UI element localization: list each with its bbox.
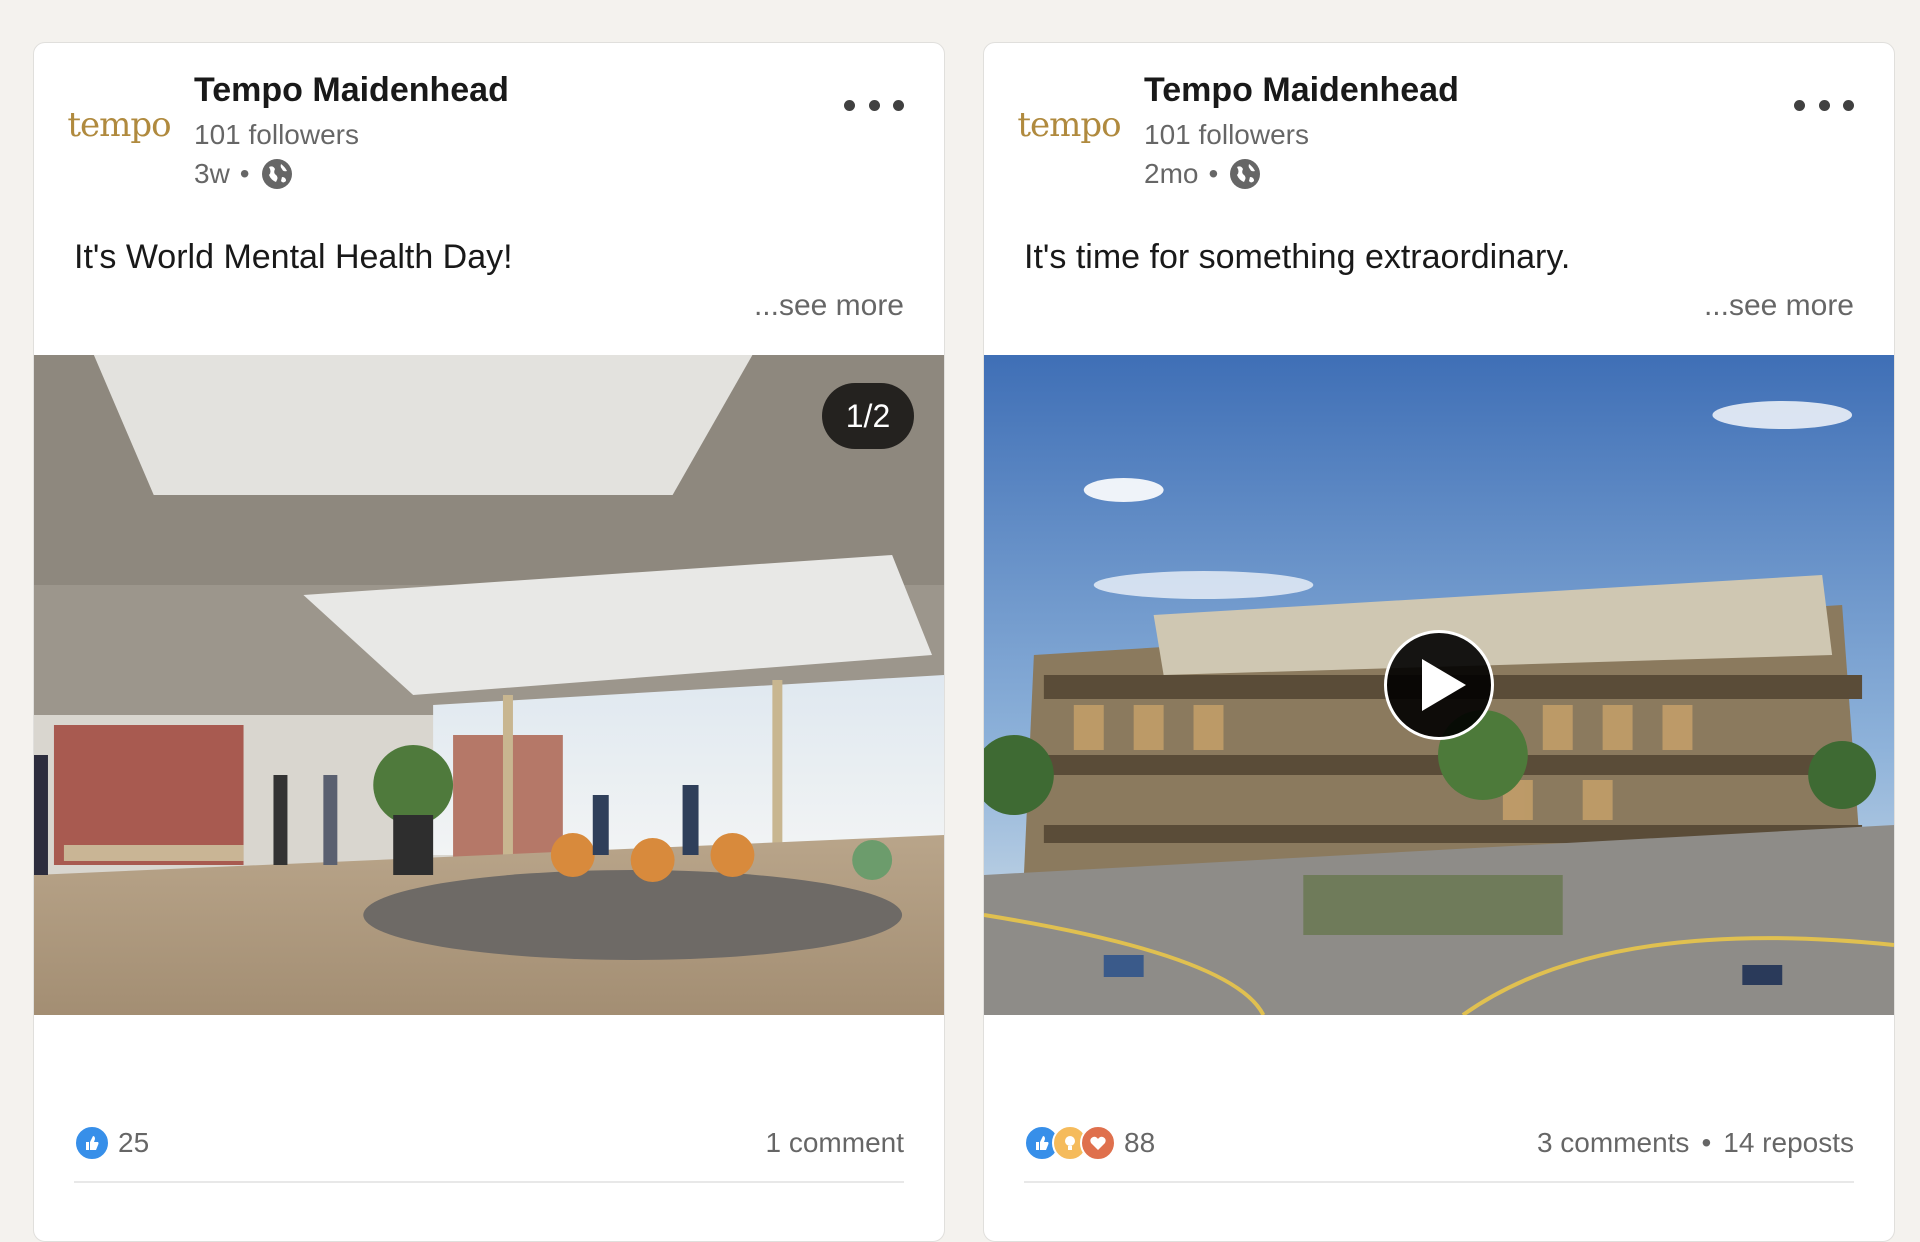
logo-wordmark: tempo	[67, 105, 171, 145]
post-age: 3w	[194, 158, 230, 189]
post-image[interactable]: 1/2	[34, 355, 944, 1015]
social-counts: 88 3 comments • 14 reposts	[1024, 1118, 1854, 1168]
office-interior-image	[34, 355, 944, 1015]
follower-count: 101 followers	[194, 119, 359, 150]
post-card: tempo Tempo Maidenhead 101 followers 3w …	[33, 42, 945, 1242]
like-icon	[74, 1125, 110, 1161]
divider	[74, 1181, 904, 1183]
globe-icon	[1228, 157, 1262, 191]
feed: tempo Tempo Maidenhead 101 followers 3w …	[0, 0, 1920, 1242]
author-name[interactable]: Tempo Maidenhead	[194, 71, 509, 110]
reaction-icons	[1024, 1125, 1116, 1161]
post-age: 2mo	[1144, 158, 1199, 189]
see-more-link[interactable]: ...see more	[1704, 289, 1854, 323]
reactions-summary[interactable]: 25	[74, 1125, 149, 1161]
logo-wordmark: tempo	[1017, 105, 1121, 145]
reaction-count: 25	[118, 1127, 150, 1158]
reaction-icons	[74, 1125, 110, 1161]
company-logo[interactable]: tempo	[1017, 95, 1121, 155]
divider	[1024, 1181, 1854, 1183]
post-header: tempo Tempo Maidenhead 101 followers 2mo…	[984, 43, 1894, 203]
post-video[interactable]	[984, 355, 1894, 1015]
reaction-count: 88	[1124, 1127, 1156, 1158]
play-video-button[interactable]	[1384, 630, 1494, 740]
see-more-link[interactable]: ...see more	[754, 289, 904, 323]
globe-icon	[260, 157, 294, 191]
meta-separator: •	[239, 158, 250, 189]
post-meta: 3w •	[194, 157, 294, 191]
love-icon	[1080, 1125, 1116, 1161]
follower-count: 101 followers	[1144, 119, 1309, 150]
engagement-counts: 3 comments • 14 reposts	[1537, 1127, 1854, 1159]
comments-link[interactable]: 1 comment	[766, 1127, 905, 1159]
counts-separator: •	[1701, 1127, 1712, 1158]
reposts-link[interactable]: 14 reposts	[1723, 1127, 1854, 1159]
more-options-icon[interactable]	[844, 85, 904, 125]
social-counts: 25 1 comment	[74, 1118, 904, 1168]
post-text: It's World Mental Health Day!	[74, 238, 513, 276]
image-counter: 1/2	[822, 383, 914, 449]
post-meta: 2mo •	[1144, 157, 1262, 191]
play-icon	[1422, 659, 1466, 711]
more-options-icon[interactable]	[1794, 85, 1854, 125]
post-card: tempo Tempo Maidenhead 101 followers 2mo…	[983, 42, 1895, 1242]
reactions-summary[interactable]: 88	[1024, 1125, 1155, 1161]
post-text: It's time for something extraordinary.	[1024, 238, 1571, 276]
engagement-counts: 1 comment	[766, 1127, 905, 1159]
post-header: tempo Tempo Maidenhead 101 followers 3w …	[34, 43, 944, 203]
comments-link[interactable]: 3 comments	[1537, 1127, 1690, 1159]
author-name[interactable]: Tempo Maidenhead	[1144, 71, 1459, 110]
company-logo[interactable]: tempo	[67, 95, 171, 155]
meta-separator: •	[1208, 158, 1219, 189]
